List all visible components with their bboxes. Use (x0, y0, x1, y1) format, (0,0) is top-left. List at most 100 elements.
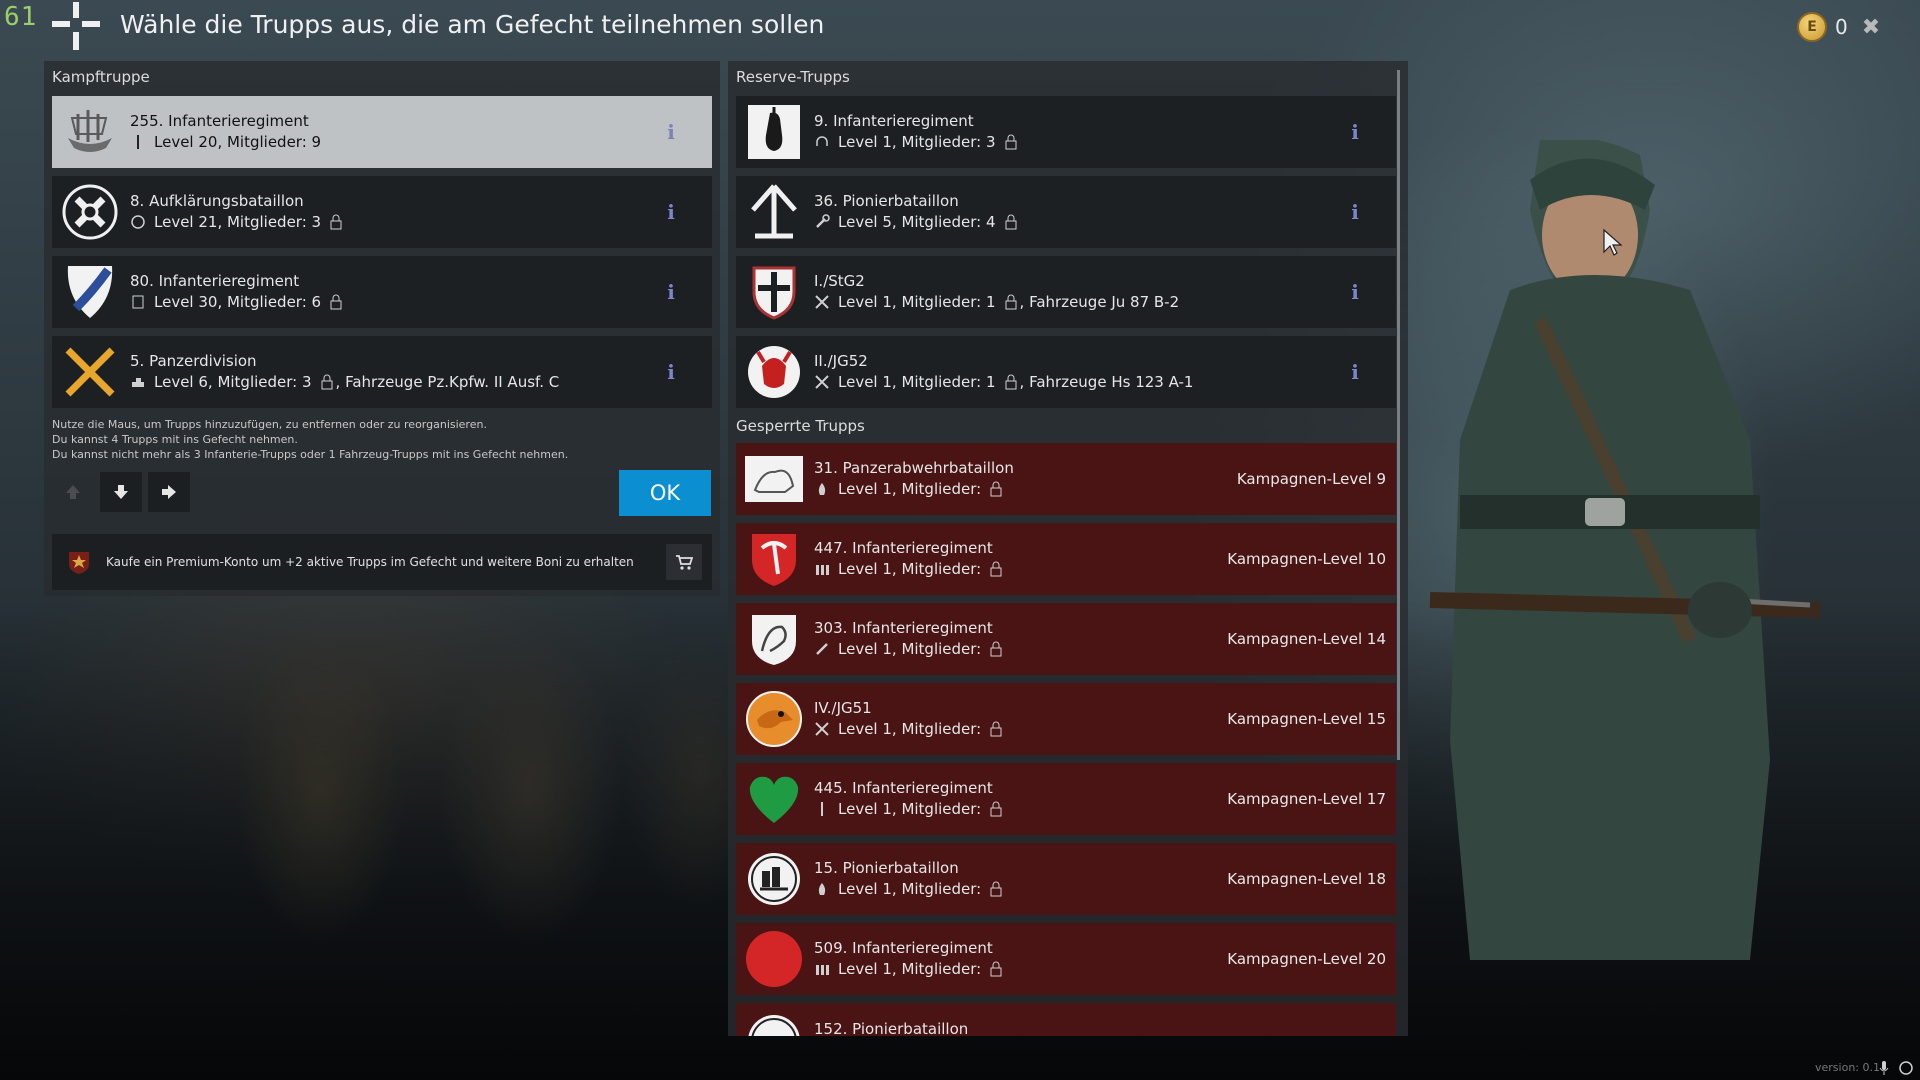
member-lock-icon (989, 801, 1005, 817)
microphone-icon[interactable] (1876, 1060, 1892, 1076)
unlock-requirement: Kampagnen-Level 20 (1227, 950, 1386, 968)
cart-button[interactable] (666, 544, 702, 580)
info-icon[interactable]: i (1340, 120, 1370, 144)
engineer-emblem-icon (744, 849, 804, 909)
locked-squad-row[interactable]: 31. Panzerabwehrbataillon Level 1, Mitgl… (736, 443, 1396, 515)
move-up-button[interactable] (52, 472, 94, 512)
squad-row[interactable]: 255. Infanterieregiment Level 20, Mitgli… (52, 96, 712, 168)
headphones-icon (814, 134, 830, 150)
squad-stats: Level 20, Mitglieder: 9 (154, 133, 322, 151)
reserve-squad-row[interactable]: II./JG52 Level 1, Mitglieder: 1 , Fahrzeu… (736, 336, 1396, 408)
member-lock-icon (329, 294, 345, 310)
help-line: Nutze die Maus, um Trupps hinzuzufügen, … (52, 418, 487, 431)
locked-squad-row[interactable]: 445. Infanterieregiment Level 1, Mitglie… (736, 763, 1396, 835)
locked-squad-row[interactable]: 303. Infanterieregiment Level 1, Mitglie… (736, 603, 1396, 675)
griffin-emblem-icon (744, 609, 804, 669)
vehicle-info: , Fahrzeuge Hs 123 A-1 (1019, 373, 1194, 391)
flame-icon (814, 881, 830, 897)
mouse-cursor-icon (1603, 228, 1623, 256)
unlock-requirement: Kampagnen-Level 15 (1227, 710, 1386, 728)
locked-squad-row[interactable]: 447. Infanterieregiment Level 1, Mitglie… (736, 523, 1396, 595)
squad-stats: Level 1, Mitglieder: (838, 960, 982, 978)
radio-icon (130, 294, 146, 310)
squad-row[interactable]: 80. Infanterieregiment Level 30, Mitglie… (52, 256, 712, 328)
squad-name: 255. Infanterieregiment (130, 112, 309, 130)
locked-squad-row[interactable]: 152. Pionierbataillon (736, 1003, 1396, 1036)
member-lock-icon (989, 721, 1005, 737)
squad-row[interactable]: 5. Panzerdivision Level 6, Mitglieder: 3… (52, 336, 712, 408)
squad-stats: Level 1, Mitglieder: (838, 800, 982, 818)
squad-name: 9. Infanterieregiment (814, 112, 974, 130)
ship-emblem-icon (60, 102, 120, 162)
info-icon[interactable]: i (1340, 360, 1370, 384)
info-icon[interactable]: i (656, 360, 686, 384)
member-lock-icon (1004, 134, 1020, 150)
recon-cross-emblem-icon (60, 182, 120, 242)
locked-squad-row[interactable]: IV./JG51 Level 1, Mitglieder: Kampagnen-… (736, 683, 1396, 755)
squad-row[interactable]: 8. Aufklärungsbataillon Level 21, Mitgli… (52, 176, 712, 248)
squad-name: 36. Pionierbataillon (814, 192, 959, 210)
soldier-portrait (1429, 140, 1821, 960)
wrench-icon (814, 214, 830, 230)
member-lock-icon (989, 641, 1005, 657)
move-right-button[interactable] (148, 472, 190, 512)
info-icon[interactable]: i (656, 200, 686, 224)
hand-grenade-emblem-icon (744, 102, 804, 162)
squad-name: I./StG2 (814, 272, 865, 290)
system-tray (1876, 1060, 1914, 1076)
member-lock-icon (1004, 294, 1020, 310)
flame-icon (814, 481, 830, 497)
close-icon[interactable]: ✖ (1862, 15, 1880, 40)
clipped-row-container: 152. Pionierbataillon (728, 1003, 1408, 1036)
member-lock-icon (1004, 374, 1020, 390)
arrow-up-emblem-icon (744, 182, 804, 242)
locked-squad-row[interactable]: 15. Pionierbataillon Level 1, Mitglieder… (736, 843, 1396, 915)
squad-name: 31. Panzerabwehrbataillon (814, 459, 1014, 477)
engineer-emblem-icon (744, 1011, 804, 1036)
locked-squad-row[interactable]: 509. Infanterieregiment Level 1, Mitglie… (736, 923, 1396, 995)
red-devil-emblem-icon (744, 342, 804, 402)
squad-name: 80. Infanterieregiment (130, 272, 300, 290)
squad-stats: Level 1, Mitglieder: 1 (838, 373, 996, 391)
info-icon[interactable]: i (1340, 280, 1370, 304)
squad-name: 8. Aufklärungsbataillon (130, 192, 304, 210)
squad-stats: Level 30, Mitglieder: 6 (154, 293, 322, 311)
squad-name: II./JG52 (814, 352, 868, 370)
premium-banner: Kaufe ein Premium-Konto um +2 aktive Tru… (52, 534, 712, 590)
settings-circle-icon[interactable] (1898, 1060, 1914, 1076)
shield-emblem-icon (60, 262, 120, 322)
info-icon[interactable]: i (656, 280, 686, 304)
squad-name: 445. Infanterieregiment (814, 779, 993, 797)
red-circle-emblem-icon (744, 929, 804, 989)
member-lock-icon (329, 214, 345, 230)
help-line: Du kannst nicht mehr als 3 Infanterie-Tr… (52, 448, 569, 461)
squad-name: 15. Pionierbataillon (814, 859, 959, 877)
crossed-swords-icon (814, 294, 830, 310)
ok-button[interactable]: OK (619, 470, 711, 516)
reserve-squad-row[interactable]: I./StG2 Level 1, Mitglieder: 1 , Fahrzeug… (736, 256, 1396, 328)
squad-stats: Level 6, Mitglieder: 3 (154, 373, 312, 391)
member-lock-icon (989, 881, 1005, 897)
fps-counter: 61 (4, 2, 38, 32)
red-pickaxe-emblem-icon (744, 529, 804, 589)
combat-squad-title: Kampftruppe (52, 68, 150, 86)
squad-name: 5. Panzerdivision (130, 352, 257, 370)
scope-icon (130, 214, 146, 230)
shield-cross-emblem-icon (744, 262, 804, 322)
squad-stats: Level 1, Mitglieder: (838, 720, 982, 738)
move-down-button[interactable] (100, 472, 142, 512)
squad-name: 152. Pionierbataillon (814, 1020, 969, 1036)
squad-stats: Level 1, Mitglieder: (838, 560, 982, 578)
squad-stats: Level 1, Mitglieder: (838, 480, 982, 498)
unlock-requirement: Kampagnen-Level 18 (1227, 870, 1386, 888)
scrollbar[interactable] (1397, 70, 1400, 760)
info-icon[interactable]: i (656, 120, 686, 144)
reserve-squad-row[interactable]: 9. Infanterieregiment Level 1, Mitgliede… (736, 96, 1396, 168)
background-soldiers (200, 590, 760, 990)
unlock-requirement: Kampagnen-Level 10 (1227, 550, 1386, 568)
green-heart-emblem-icon (744, 769, 804, 829)
reserve-squad-row[interactable]: 36. Pionierbataillon Level 5, Mitglieder… (736, 176, 1396, 248)
member-lock-icon (989, 961, 1005, 977)
rifle-icon (814, 801, 830, 817)
info-icon[interactable]: i (1340, 200, 1370, 224)
